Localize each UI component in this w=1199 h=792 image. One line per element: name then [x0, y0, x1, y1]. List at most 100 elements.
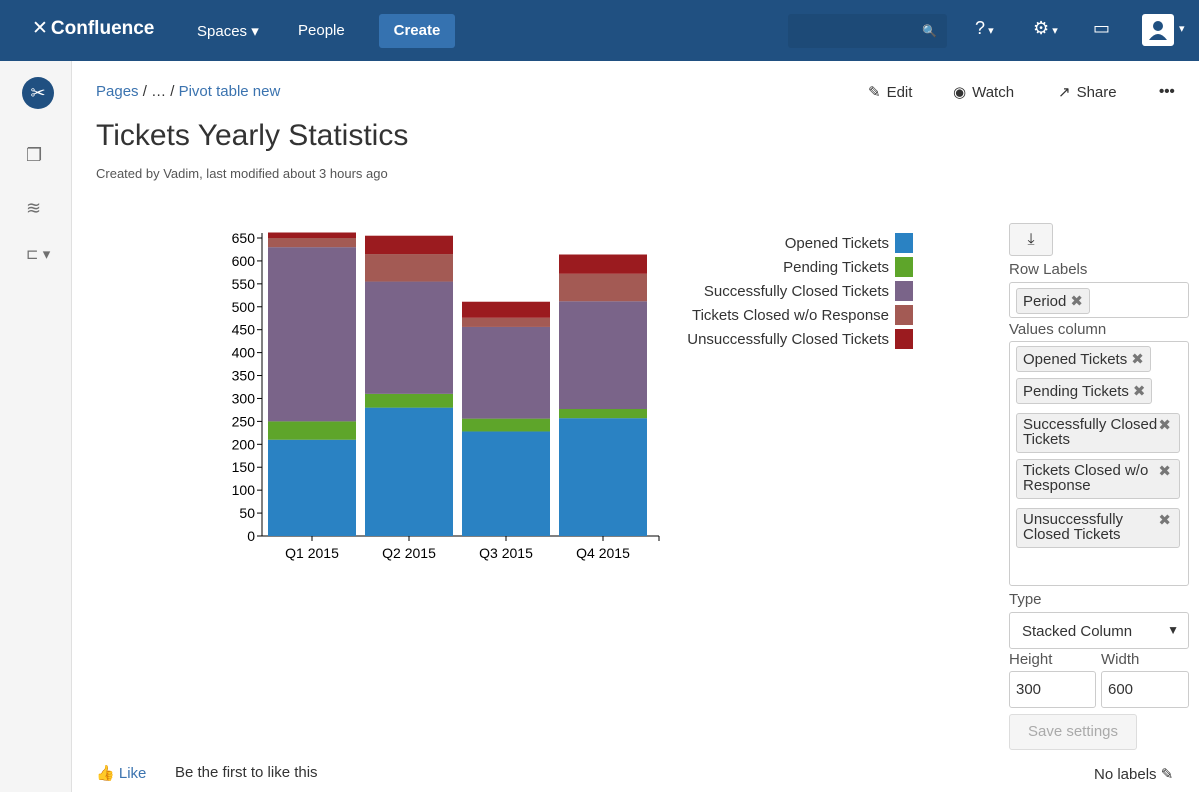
settings-menu[interactable]: ⚙ ▾ [1033, 18, 1058, 39]
chart-type-select[interactable]: Stacked Column ▼ [1009, 612, 1189, 649]
download-button[interactable]: ⤓ [1009, 223, 1053, 256]
y-tick-label: 500 [232, 299, 256, 315]
share-label: Share [1076, 84, 1117, 101]
breadcrumb-pages[interactable]: Pages [96, 83, 139, 100]
eye-icon: ◉ [953, 84, 967, 101]
user-avatar-icon [1149, 21, 1167, 40]
thumbs-up-icon: 👍 [96, 765, 115, 782]
value-tag[interactable]: Unsuccessfully Closed Tickets ✖ [1016, 508, 1180, 548]
y-tick-label: 450 [232, 322, 256, 338]
chart-type-value: Stacked Column [1022, 623, 1133, 640]
bar-segment [559, 254, 647, 274]
edit-label: Edit [886, 84, 913, 101]
value-tag[interactable]: Pending Tickets ✖ [1016, 378, 1153, 404]
save-settings-button[interactable]: Save settings [1009, 714, 1137, 750]
page-tree-icon[interactable]: ⊏ ▾ [26, 245, 50, 263]
search-icon: 🔍 [922, 24, 937, 38]
tag-label: Pending Tickets [1023, 383, 1129, 400]
legend-swatch [895, 329, 913, 349]
values-column-box[interactable]: Opened Tickets ✖ Pending Tickets ✖ Success… [1009, 341, 1189, 586]
y-tick-label: 550 [232, 276, 256, 292]
remove-tag-icon[interactable]: ✖ [1158, 513, 1171, 528]
pages-icon[interactable]: ❐ [26, 145, 42, 166]
tag-label: Period [1023, 293, 1067, 310]
confluence-logo-icon: ✕ [32, 18, 48, 39]
legend-swatch [895, 305, 913, 325]
bar-segment [462, 326, 550, 419]
bar-segment [559, 273, 647, 302]
row-labels-box[interactable]: Period ✖ [1009, 282, 1189, 318]
legend-label: Tickets Closed w/o Response [692, 307, 889, 324]
breadcrumb-current[interactable]: Pivot table new [179, 83, 281, 100]
y-tick-label: 250 [232, 413, 256, 429]
feed-icon[interactable]: ≋ [26, 198, 41, 219]
bar-segment [462, 418, 550, 432]
watch-label: Watch [972, 84, 1015, 101]
page-title: Tickets Yearly Statistics [96, 119, 409, 152]
x-tick-label: Q4 2015 [576, 545, 630, 561]
help-menu[interactable]: ? ▾ [975, 18, 994, 39]
labels-section[interactable]: No labels ✎ [1094, 765, 1173, 783]
remove-tag-icon[interactable]: ✖ [1158, 418, 1171, 433]
notifications-button[interactable]: ▭ [1093, 18, 1110, 39]
legend-label: Opened Tickets [785, 235, 889, 252]
edit-button[interactable]: ✎ Edit [868, 83, 912, 101]
bar-segment [462, 431, 550, 536]
width-input[interactable]: 600 [1101, 671, 1189, 708]
share-icon: ↗ [1058, 84, 1071, 101]
value-tag[interactable]: Tickets Closed w/o Response ✖ [1016, 459, 1180, 499]
top-navigation-bar: ✕ Confluence Spaces ▾ People Create 🔍 ? ▾… [0, 0, 1199, 61]
pencil-icon: ✎ [1160, 766, 1174, 783]
logo-text: Confluence [50, 18, 155, 39]
chevron-down-icon: ▾ [251, 23, 259, 40]
breadcrumb-separator: / [142, 83, 147, 100]
search-input[interactable]: 🔍 [788, 14, 947, 48]
remove-tag-icon[interactable]: ✖ [1133, 383, 1146, 400]
remove-tag-icon[interactable]: ✖ [1070, 293, 1083, 310]
y-tick-label: 150 [232, 459, 256, 475]
x-tick-label: Q1 2015 [285, 545, 339, 561]
legend-label: Successfully Closed Tickets [704, 283, 889, 300]
type-title: Type [1009, 591, 1042, 608]
bar-segment [365, 254, 453, 282]
people-link[interactable]: People [298, 22, 345, 39]
y-tick-label: 300 [232, 390, 256, 406]
tag-label: Opened Tickets [1023, 351, 1128, 368]
watch-button[interactable]: ◉ Watch [953, 83, 1014, 101]
page-metadata: Created by Vadim, last modified about 3 … [96, 166, 388, 181]
remove-tag-icon[interactable]: ✖ [1158, 464, 1171, 479]
legend-swatch [895, 281, 913, 301]
dropdown-arrow-icon: ▼ [1167, 623, 1179, 637]
space-logo-icon[interactable]: ✂ [22, 77, 54, 109]
like-button[interactable]: 👍 Like [96, 764, 146, 782]
legend-swatch [895, 233, 913, 253]
chevron-down-icon[interactable]: ▾ [1179, 22, 1185, 35]
value-tag[interactable]: Opened Tickets ✖ [1016, 346, 1151, 372]
tag-label: Tickets Closed w/o Response [1023, 462, 1149, 494]
user-avatar[interactable] [1142, 14, 1174, 46]
like-message: Be the first to like this [175, 764, 318, 781]
legend-label: Pending Tickets [783, 259, 889, 276]
stacked-column-chart: 0 50 100 150 200 250 300 350 400 450 500 550 600 650 Q… [232, 230, 913, 561]
y-tick-label: 0 [247, 528, 255, 544]
bar-segment [365, 235, 453, 255]
spaces-menu[interactable]: Spaces ▾ [197, 22, 259, 40]
more-actions-button[interactable]: ••• [1159, 83, 1175, 100]
bar-segment [365, 393, 453, 408]
row-label-tag[interactable]: Period ✖ [1016, 288, 1090, 314]
height-input[interactable]: 300 [1009, 671, 1096, 708]
remove-tag-icon[interactable]: ✖ [1131, 351, 1144, 368]
breadcrumb-separator: / [170, 83, 179, 100]
width-title: Width [1101, 651, 1140, 668]
confluence-logo[interactable]: ✕ Confluence [32, 17, 154, 40]
row-labels-title: Row Labels [1009, 261, 1088, 278]
bar-segment [559, 301, 647, 410]
bar-segment [268, 421, 356, 440]
create-button[interactable]: Create [379, 14, 455, 48]
share-button[interactable]: ↗ Share [1058, 83, 1117, 101]
y-tick-label: 650 [232, 230, 256, 246]
breadcrumb-ellipsis[interactable]: … [151, 83, 166, 100]
value-tag[interactable]: Successfully Closed Tickets ✖ [1016, 413, 1180, 453]
values-column-title: Values column [1009, 321, 1107, 338]
bar-segment [268, 439, 356, 536]
